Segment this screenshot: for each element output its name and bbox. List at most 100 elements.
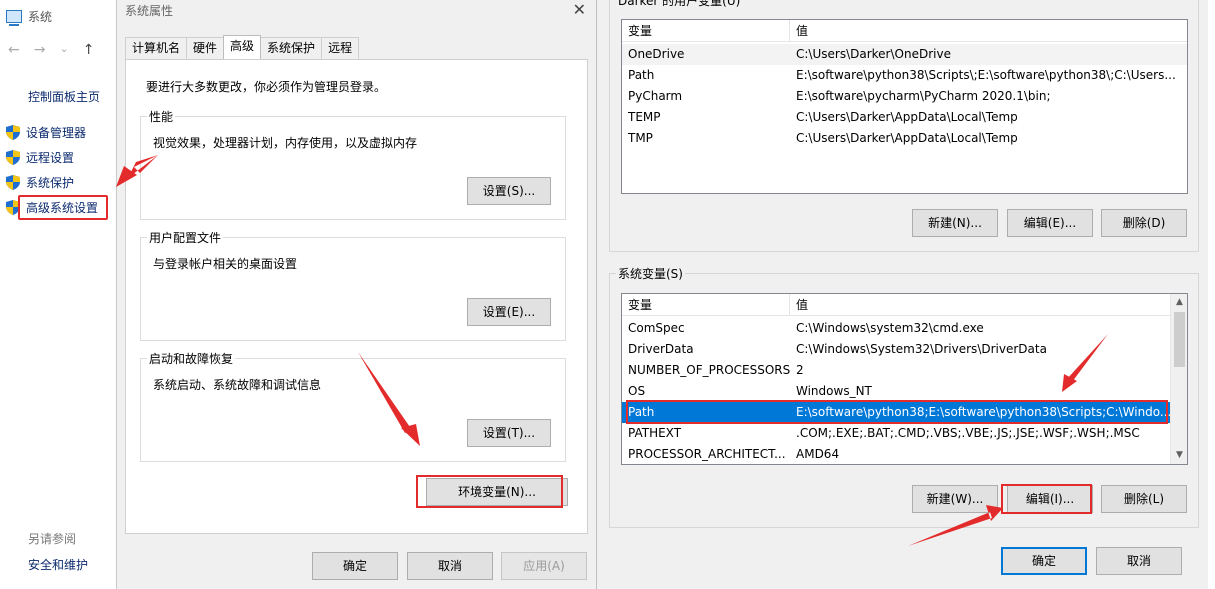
user-variables-list[interactable]: 变量 值 OneDrive C:\Users\Darker\OneDrive P… xyxy=(621,19,1188,194)
user-variable-row[interactable]: PyCharm E:\software\pycharm\PyCharm 2020… xyxy=(622,86,1187,107)
variable-value: 2 xyxy=(796,363,804,377)
tab-strip: 计算机名 硬件 高级 系统保护 远程 xyxy=(125,35,360,59)
scroll-up-icon[interactable]: ▲ xyxy=(1171,294,1187,311)
env-cancel-button[interactable]: 取消 xyxy=(1096,547,1182,575)
column-header-name[interactable]: 变量 xyxy=(622,294,790,315)
user-profiles-desc: 与登录帐户相关的桌面设置 xyxy=(153,257,298,271)
variable-name: DriverData xyxy=(628,342,694,356)
device-manager-label: 设备管理器 xyxy=(26,125,87,140)
user-new-button[interactable]: 新建(N)... xyxy=(912,209,998,237)
up-arrow-icon[interactable]: ↑ xyxy=(83,42,95,58)
system-variables-label: 系统变量(S) xyxy=(616,265,685,282)
user-edit-button[interactable]: 编辑(E)... xyxy=(1007,209,1093,237)
shield-icon xyxy=(6,149,20,165)
system-variable-row[interactable]: PATHEXT .COM;.EXE;.BAT;.CMD;.VBS;.VBE;.J… xyxy=(622,423,1171,444)
user-profiles-group: 用户配置文件 与登录帐户相关的桌面设置 设置(E)... xyxy=(140,229,566,341)
scroll-down-icon[interactable]: ▼ xyxy=(1171,447,1187,464)
system-variables-scrollbar[interactable]: ▲ ▼ xyxy=(1170,294,1187,464)
system-variable-row-selected[interactable]: Path E:\software\python38;E:\software\py… xyxy=(622,402,1171,423)
system-variable-row[interactable]: PROCESSOR_ARCHITECT... AMD64 xyxy=(622,444,1171,464)
variable-value: C:\Users\Darker\AppData\Local\Temp xyxy=(796,131,1018,145)
shield-icon xyxy=(6,124,20,140)
system-variable-row[interactable]: OS Windows_NT xyxy=(622,381,1171,402)
remote-settings-link[interactable]: 远程设置 xyxy=(6,146,74,168)
startup-recovery-desc: 系统启动、系统故障和调试信息 xyxy=(153,378,322,392)
variable-value: Windows_NT xyxy=(796,384,872,398)
back-arrow-icon[interactable]: ← xyxy=(8,42,20,58)
device-manager-link[interactable]: 设备管理器 xyxy=(6,121,86,143)
system-variables-header: 变量 值 xyxy=(622,294,1171,316)
performance-settings-button[interactable]: 设置(S)... xyxy=(467,177,551,205)
startup-recovery-label: 启动和故障恢复 xyxy=(147,350,236,367)
advanced-tab-panel: 要进行大多数更改，你必须作为管理员登录。 性能 视觉效果，处理器计划，内存使用，… xyxy=(125,59,588,534)
ok-button[interactable]: 确定 xyxy=(312,552,398,580)
system-window-title: 系统 xyxy=(6,6,52,26)
tab-hardware[interactable]: 硬件 xyxy=(186,37,225,59)
column-header-name[interactable]: 变量 xyxy=(622,20,790,41)
see-also-heading: 另请参阅 xyxy=(28,532,77,546)
system-variable-row[interactable]: DriverData C:\Windows\System32\Drivers\D… xyxy=(622,339,1171,360)
user-variables-label: Darker 的用户变量(U) xyxy=(616,0,743,9)
variable-name: ComSpec xyxy=(628,321,685,335)
environment-variables-highlight-box xyxy=(416,475,563,508)
variable-value: C:\Users\Darker\AppData\Local\Temp xyxy=(796,110,1018,124)
system-variable-row[interactable]: NUMBER_OF_PROCESSORS 2 xyxy=(622,360,1171,381)
variable-value: AMD64 xyxy=(796,447,840,461)
variable-value: E:\software\python38\Scripts\;E:\softwar… xyxy=(796,68,1176,82)
variable-value: .COM;.EXE;.BAT;.CMD;.VBS;.VBE;.JS;.JSE;.… xyxy=(796,426,1140,440)
variable-value: C:\Users\Darker\OneDrive xyxy=(796,47,951,61)
system-new-button[interactable]: 新建(W)... xyxy=(912,485,998,513)
remote-settings-label: 远程设置 xyxy=(26,150,75,165)
tab-system-protection[interactable]: 系统保护 xyxy=(260,37,323,59)
user-variable-row[interactable]: Path E:\software\python38\Scripts\;E:\so… xyxy=(622,65,1187,86)
variable-name: PATHEXT xyxy=(628,426,682,440)
forward-arrow-icon[interactable]: → xyxy=(34,42,46,58)
variable-value: C:\Windows\System32\Drivers\DriverData xyxy=(796,342,1047,356)
variable-name: PyCharm xyxy=(628,89,683,103)
shield-icon xyxy=(6,174,20,190)
system-delete-button[interactable]: 删除(L) xyxy=(1101,485,1187,513)
user-variables-header: 变量 值 xyxy=(622,20,1187,42)
system-variables-list[interactable]: 变量 值 ComSpec C:\Windows\system32\cmd.exe… xyxy=(621,293,1188,465)
column-header-value[interactable]: 值 xyxy=(790,294,808,315)
env-ok-button[interactable]: 确定 xyxy=(1001,547,1087,575)
system-window: 系统 ← → ⌄ ↑ 控制面板主页 设备管理器 远程设置 系统保护 高级系统设置… xyxy=(0,0,118,589)
performance-label: 性能 xyxy=(147,108,176,125)
variable-value: E:\software\python38;E:\software\python3… xyxy=(796,405,1171,419)
startup-recovery-settings-button[interactable]: 设置(T)... xyxy=(467,419,551,447)
variable-name: Path xyxy=(628,405,655,419)
system-properties-title: 系统属性 xyxy=(125,4,174,18)
tab-remote[interactable]: 远程 xyxy=(321,37,360,59)
system-variable-row[interactable]: ComSpec C:\Windows\system32\cmd.exe xyxy=(622,318,1171,339)
control-panel-home-link[interactable]: 控制面板主页 xyxy=(28,88,100,105)
variable-value: E:\software\pycharm\PyCharm 2020.1\bin; xyxy=(796,89,1051,103)
advanced-settings-highlight-box xyxy=(18,195,108,220)
navigation-bar: ← → ⌄ ↑ xyxy=(8,42,94,58)
tab-advanced[interactable]: 高级 xyxy=(223,35,262,59)
apply-button[interactable]: 应用(A) xyxy=(501,552,587,580)
security-maintenance-link[interactable]: 安全和维护 xyxy=(28,556,88,573)
cancel-button[interactable]: 取消 xyxy=(407,552,493,580)
variable-name: OS xyxy=(628,384,646,398)
user-profiles-settings-button[interactable]: 设置(E)... xyxy=(467,298,551,326)
variable-name: Path xyxy=(628,68,655,82)
scroll-thumb[interactable] xyxy=(1174,312,1185,367)
user-variable-row[interactable]: OneDrive C:\Users\Darker\OneDrive xyxy=(622,44,1187,65)
window-edge xyxy=(1208,0,1215,589)
system-window-title-text: 系统 xyxy=(28,9,53,24)
close-icon[interactable]: ✕ xyxy=(573,0,586,19)
user-delete-button[interactable]: 删除(D) xyxy=(1101,209,1187,237)
user-variable-row[interactable]: TEMP C:\Users\Darker\AppData\Local\Temp xyxy=(622,107,1187,128)
tab-computer-name[interactable]: 计算机名 xyxy=(125,37,188,59)
user-variable-row[interactable]: TMP C:\Users\Darker\AppData\Local\Temp xyxy=(622,128,1187,149)
environment-variables-dialog: Darker 的用户变量(U) 变量 值 OneDrive C:\Users\D… xyxy=(596,0,1208,589)
system-protection-link[interactable]: 系统保护 xyxy=(6,171,74,193)
column-header-value[interactable]: 值 xyxy=(790,20,808,41)
variable-name: NUMBER_OF_PROCESSORS xyxy=(628,363,790,377)
history-dropdown-icon[interactable]: ⌄ xyxy=(59,42,68,58)
variable-name: TMP xyxy=(628,131,653,145)
performance-desc: 视觉效果，处理器计划，内存使用，以及虚拟内存 xyxy=(153,136,418,150)
variable-value: C:\Windows\system32\cmd.exe xyxy=(796,321,984,335)
performance-group: 性能 视觉效果，处理器计划，内存使用，以及虚拟内存 设置(S)... xyxy=(140,108,566,220)
system-edit-button[interactable]: 编辑(I)... xyxy=(1007,485,1093,513)
